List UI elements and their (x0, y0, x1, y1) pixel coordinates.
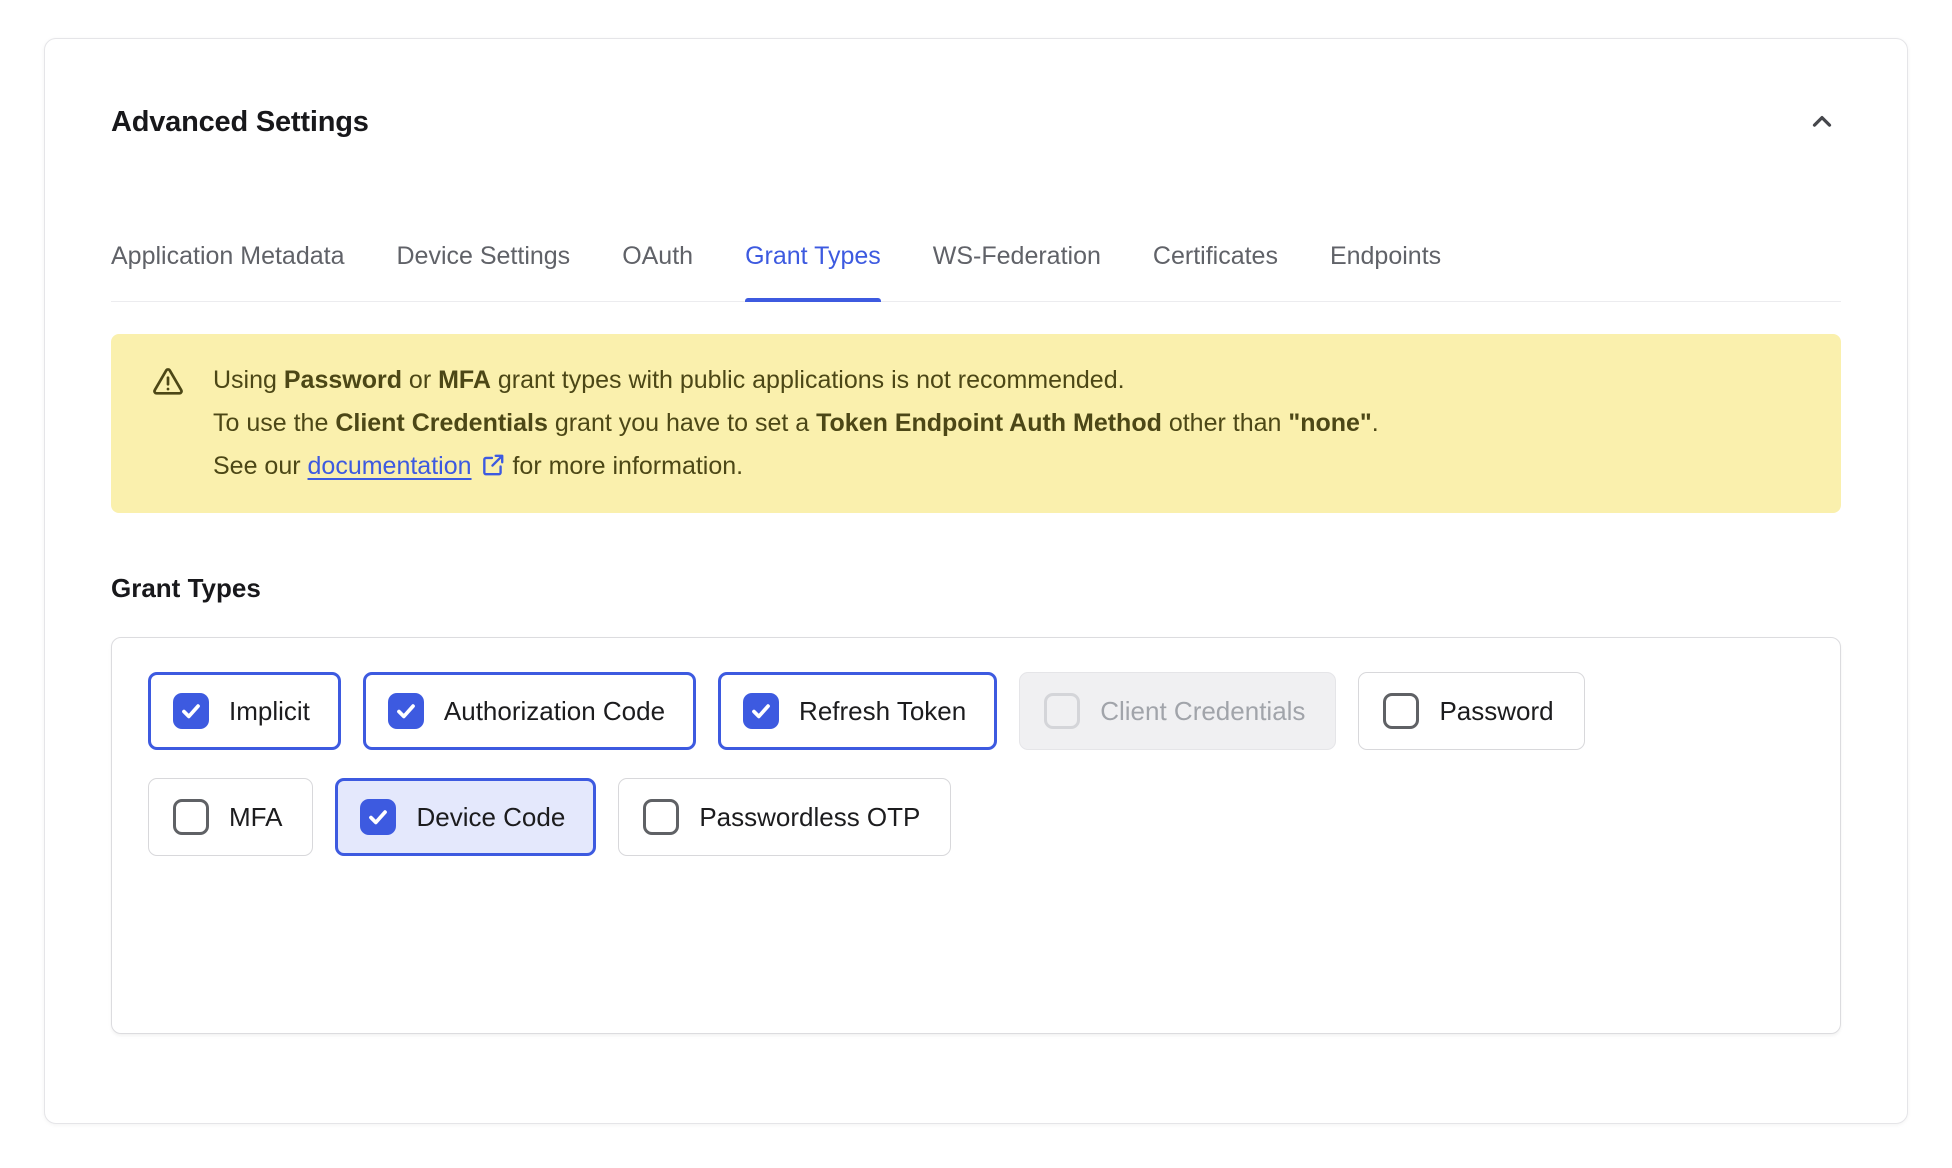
tabs: Application Metadata Device Settings OAuth… (111, 241, 1841, 302)
banner-line-1: Using Password or MFA grant types with p… (213, 359, 1379, 402)
grant-types-section-label: Grant Types (111, 573, 1841, 603)
tab-oauth[interactable]: OAuth (622, 241, 693, 301)
grant-type-device-code[interactable]: Device Code (335, 778, 596, 856)
grant-types-row-1: Implicit Authorization Code Refresh Token C… (148, 672, 1804, 750)
tab-endpoints[interactable]: Endpoints (1330, 241, 1441, 301)
grant-types-box: Implicit Authorization Code Refresh Token C… (111, 637, 1841, 1034)
checkbox-checked-icon (173, 693, 209, 729)
grant-type-label: Client Credentials (1100, 696, 1305, 727)
grant-type-label: Passwordless OTP (699, 802, 920, 833)
checkbox-checked-icon (743, 693, 779, 729)
tab-application-metadata[interactable]: Application Metadata (111, 241, 344, 301)
grant-type-authorization-code[interactable]: Authorization Code (363, 672, 696, 750)
tab-grant-types[interactable]: Grant Types (745, 241, 881, 301)
grant-type-label: Refresh Token (799, 696, 966, 727)
checkbox-unchecked-icon (1044, 693, 1080, 729)
grant-type-client-credentials: Client Credentials (1019, 672, 1336, 750)
chevron-up-icon[interactable] (1803, 103, 1841, 141)
banner-line-2: To use the Client Credentials grant you … (213, 402, 1379, 445)
grant-type-label: Authorization Code (444, 696, 665, 727)
checkbox-checked-icon (360, 799, 396, 835)
grant-type-refresh-token[interactable]: Refresh Token (718, 672, 997, 750)
checkbox-unchecked-icon (643, 799, 679, 835)
grant-type-label: Implicit (229, 696, 310, 727)
grant-type-password[interactable]: Password (1358, 672, 1584, 750)
grant-type-passwordless-otp[interactable]: Passwordless OTP (618, 778, 951, 856)
checkbox-unchecked-icon (173, 799, 209, 835)
panel-header: Advanced Settings (111, 103, 1841, 141)
external-link-icon (472, 452, 506, 480)
tab-certificates[interactable]: Certificates (1153, 241, 1278, 301)
advanced-settings-panel: Advanced Settings Application Metadata De… (44, 38, 1908, 1124)
warning-banner: Using Password or MFA grant types with p… (111, 334, 1841, 513)
banner-line-3: See our documentation for more informati… (213, 445, 1379, 488)
page-title: Advanced Settings (111, 103, 369, 141)
warning-triangle-icon (151, 365, 185, 488)
grant-type-label: Device Code (416, 802, 565, 833)
grant-type-label: Password (1439, 696, 1553, 727)
grant-type-implicit[interactable]: Implicit (148, 672, 341, 750)
tab-ws-federation[interactable]: WS-Federation (933, 241, 1101, 301)
documentation-link[interactable]: documentation (308, 452, 506, 480)
checkbox-unchecked-icon (1383, 693, 1419, 729)
checkbox-checked-icon (388, 693, 424, 729)
tab-device-settings[interactable]: Device Settings (396, 241, 570, 301)
grant-types-row-2: MFA Device Code Passwordless OTP (148, 778, 1804, 856)
grant-type-label: MFA (229, 802, 282, 833)
grant-type-mfa[interactable]: MFA (148, 778, 313, 856)
warning-banner-text: Using Password or MFA grant types with p… (213, 359, 1379, 488)
